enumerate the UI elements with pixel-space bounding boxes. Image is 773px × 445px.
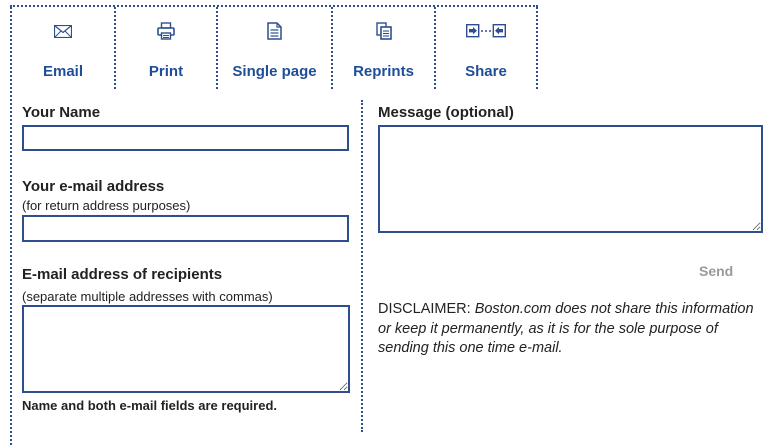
share-tool-label: Share — [465, 63, 507, 80]
email-tool[interactable]: Email — [10, 7, 114, 89]
your-email-input[interactable] — [22, 215, 349, 242]
recipients-textarea[interactable] — [22, 305, 350, 393]
share-toolbar: Email Print Single page Reprints Share — [10, 5, 538, 89]
share-tool[interactable]: Share — [434, 7, 538, 89]
send-button[interactable]: Send — [699, 263, 733, 279]
your-email-label: Your e-mail address — [22, 178, 165, 195]
message-label: Message (optional) — [378, 104, 514, 121]
share-arrows-icon — [466, 20, 506, 42]
copies-icon — [375, 20, 392, 42]
disclaimer-text: DISCLAIMER: Boston.com does not share th… — [378, 300, 758, 359]
document-icon — [267, 20, 282, 42]
disclaimer-prefix: DISCLAIMER: — [378, 301, 475, 317]
message-textarea[interactable] — [378, 125, 763, 233]
single-page-tool-label: Single page — [232, 63, 317, 80]
printer-icon — [157, 20, 175, 42]
single-page-tool[interactable]: Single page — [216, 7, 331, 89]
required-note: Name and both e-mail fields are required… — [22, 398, 278, 413]
column-divider — [361, 100, 363, 432]
your-name-label: Your Name — [22, 104, 101, 121]
print-tool[interactable]: Print — [114, 7, 216, 89]
email-tool-label: Email — [42, 63, 84, 80]
your-email-hint: (for return address purposes) — [22, 198, 191, 213]
envelope-icon — [54, 20, 72, 42]
recipients-hint: (separate multiple addresses with commas… — [22, 289, 273, 304]
reprints-tool[interactable]: Reprints — [331, 7, 434, 89]
your-name-input[interactable] — [22, 125, 349, 151]
recipients-label: E-mail address of recipients — [22, 266, 223, 283]
reprints-tool-label: Reprints — [353, 63, 414, 80]
print-tool-label: Print — [148, 63, 184, 80]
